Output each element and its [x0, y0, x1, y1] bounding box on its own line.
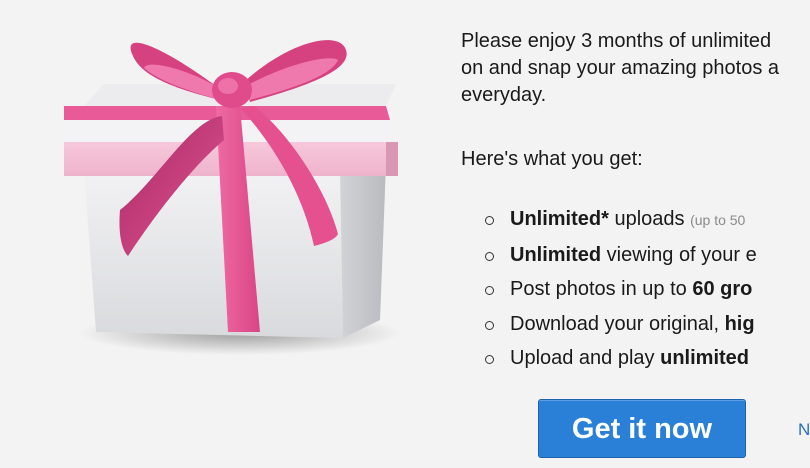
hollow-circle-bullet-icon — [485, 286, 494, 295]
feature-emphasis: Unlimited* — [510, 208, 609, 230]
feature-emphasis: 60 gro — [692, 278, 753, 300]
hollow-circle-bullet-icon — [485, 251, 494, 261]
offer-intro: Please enjoy 3 months of unlimited on an… — [461, 28, 810, 109]
feature-note: (up to 50 — [690, 212, 746, 228]
features-heading: Here's what you get: — [461, 148, 643, 170]
hollow-circle-bullet-icon — [485, 320, 494, 330]
feature-emphasis: Unlimited — [510, 243, 602, 266]
secondary-link[interactable]: N — [798, 420, 810, 440]
hollow-circle-bullet-icon — [485, 355, 494, 364]
offer-panel: Please enjoy 3 months of unlimited on an… — [461, 28, 810, 376]
feature-emphasis: unlimited — [660, 347, 749, 369]
feature-text: viewing of your e — [601, 243, 757, 266]
hollow-circle-bullet-icon — [485, 216, 494, 225]
list-item: Post photos in up to 60 gro — [485, 272, 810, 307]
intro-line: Please enjoy 3 months of unlimited — [461, 30, 772, 52]
list-item: Download your original, hig — [485, 307, 810, 342]
feature-text: Post photos in up to — [510, 278, 693, 300]
list-item: Unlimited* uploads (up to 50 — [485, 202, 810, 238]
feature-text: uploads — [608, 208, 691, 230]
feature-text: Upload and play — [510, 347, 661, 369]
intro-line: everyday. — [461, 84, 547, 106]
intro-line: on and snap your amazing photos a — [461, 57, 779, 79]
get-it-now-button[interactable]: Get it now — [538, 399, 746, 458]
feature-text: Download your original, — [510, 312, 725, 335]
list-item: Upload and play unlimited — [485, 341, 810, 376]
feature-emphasis: hig — [724, 312, 755, 335]
gift-box-icon — [64, 40, 400, 355]
list-item: Unlimited viewing of your e — [485, 238, 810, 273]
feature-list: Unlimited* uploads (up to 50 Unlimited v… — [461, 202, 810, 376]
